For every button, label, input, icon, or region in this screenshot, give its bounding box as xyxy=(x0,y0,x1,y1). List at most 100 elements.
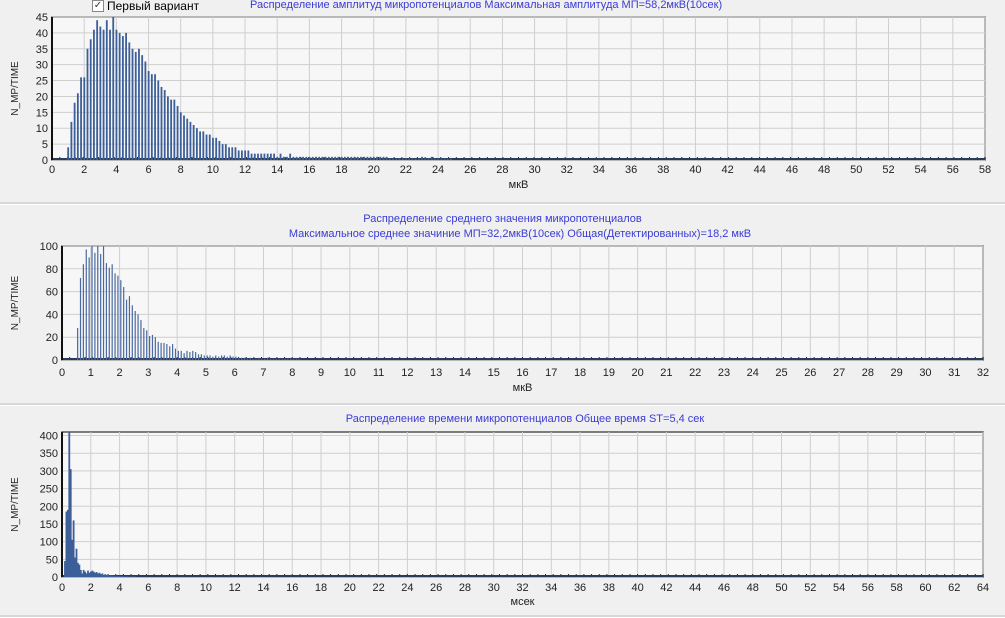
histogram-bar xyxy=(278,358,280,360)
histogram-bar xyxy=(203,355,205,360)
x-tick-label: 31 xyxy=(948,367,960,379)
histogram-bar xyxy=(189,352,191,360)
x-tick-label: 2 xyxy=(88,582,94,594)
histogram-bar xyxy=(88,257,90,360)
histogram-bar xyxy=(369,156,372,160)
histogram-bar xyxy=(427,158,430,160)
histogram-bar xyxy=(192,125,195,160)
y-tick-label: 200 xyxy=(40,501,58,513)
x-axis-label: мкВ xyxy=(513,382,533,394)
histogram-bar xyxy=(257,153,259,160)
histogram-bar xyxy=(125,32,127,161)
histogram-bar xyxy=(150,74,153,160)
x-tick-label: 0 xyxy=(49,164,55,176)
histogram-bar xyxy=(290,358,292,360)
x-tick-label: 42 xyxy=(721,164,733,176)
histogram-bar xyxy=(205,134,208,160)
histogram-bar xyxy=(269,153,272,160)
histogram-bar xyxy=(281,358,283,360)
x-tick-label: 3 xyxy=(145,367,151,379)
x-tick-label: 48 xyxy=(747,582,759,594)
histogram-bar xyxy=(437,158,440,160)
histogram-bar xyxy=(115,29,118,161)
histogram-bar xyxy=(140,320,142,360)
histogram-bar xyxy=(363,156,366,160)
histogram-bar xyxy=(89,39,92,160)
y-axis-label: N_MP/TIME xyxy=(10,275,21,330)
histogram-bar xyxy=(276,156,279,160)
x-tick-label: 14 xyxy=(271,164,283,176)
histogram-bar xyxy=(292,358,295,360)
x-tick-label: 10 xyxy=(200,582,212,594)
y-tick-label: 5 xyxy=(42,139,48,151)
x-tick-label: 50 xyxy=(850,164,862,176)
histogram-bar xyxy=(215,355,217,360)
histogram-bar xyxy=(350,156,353,160)
histogram-bar xyxy=(77,328,79,360)
histogram-bar xyxy=(123,287,125,360)
x-tick-label: 32 xyxy=(516,582,528,594)
histogram-bar xyxy=(228,147,230,160)
histogram-bar xyxy=(334,156,337,160)
y-tick-label: 30 xyxy=(36,60,48,72)
y-tick-label: 50 xyxy=(46,554,58,566)
histogram-bar xyxy=(195,352,197,360)
x-tick-label: 50 xyxy=(775,582,787,594)
x-tick-label: 27 xyxy=(833,367,845,379)
x-tick-label: 46 xyxy=(786,164,798,176)
x-tick-label: 20 xyxy=(344,582,356,594)
histogram-bar xyxy=(170,99,173,160)
y-axis-label: N_MP/TIME xyxy=(10,477,21,532)
histogram-bar xyxy=(284,358,286,360)
histogram-bar xyxy=(173,99,176,160)
histogram-bar xyxy=(229,355,231,360)
histogram-bar xyxy=(273,153,275,160)
histogram-bar xyxy=(318,156,321,160)
histogram-bar xyxy=(347,156,349,160)
histogram-bar xyxy=(212,137,214,160)
x-tick-label: 40 xyxy=(632,582,644,594)
histogram-bar xyxy=(331,156,333,160)
histogram-bar xyxy=(241,150,243,160)
histogram-bar xyxy=(324,156,327,160)
histogram-bar xyxy=(102,29,105,161)
histogram-bar xyxy=(83,77,86,160)
x-axis-label: мкВ xyxy=(509,179,529,191)
y-tick-label: 150 xyxy=(40,519,58,531)
histogram-bar xyxy=(261,358,263,360)
histogram-bar xyxy=(93,29,95,161)
x-tick-label: 18 xyxy=(315,582,327,594)
histogram-bar xyxy=(76,93,79,160)
y-tick-label: 25 xyxy=(36,76,48,88)
histogram-bar xyxy=(208,134,211,160)
histogram-bar xyxy=(160,342,162,360)
y-tick-label: 60 xyxy=(46,287,58,299)
x-tick-label: 2 xyxy=(81,164,87,176)
x-tick-label: 14 xyxy=(459,367,471,379)
x-tick-label: 12 xyxy=(401,367,413,379)
x-tick-label: 24 xyxy=(432,164,444,176)
histogram-bar xyxy=(372,156,375,160)
histogram-bar xyxy=(398,158,401,160)
histogram-bar xyxy=(223,355,226,360)
histogram-bar xyxy=(224,144,227,160)
x-tick-label: 42 xyxy=(660,582,672,594)
histogram-bar xyxy=(146,330,148,360)
histogram-bar xyxy=(411,158,414,160)
histogram-bar xyxy=(450,158,452,160)
histogram-charts: 0 2 4 6 8 10 12 14 16 18 20 22 24 26 28 30 32 34 36 38 40 42 4… xyxy=(10,12,991,608)
histogram-bar xyxy=(192,350,194,360)
x-tick-label: 54 xyxy=(915,164,927,176)
x-tick-label: 10 xyxy=(207,164,219,176)
histogram-bar xyxy=(321,156,324,160)
histogram-bar xyxy=(151,334,154,360)
y-tick-label: 15 xyxy=(36,107,48,119)
x-tick-label: 22 xyxy=(689,367,701,379)
histogram-bar xyxy=(183,353,185,360)
histogram-bar xyxy=(298,358,300,360)
x-tick-label: 30 xyxy=(488,582,500,594)
histogram-bar xyxy=(131,305,133,360)
histogram-bar xyxy=(327,156,330,160)
histogram-bar xyxy=(258,357,260,360)
histogram-bar xyxy=(421,156,423,160)
